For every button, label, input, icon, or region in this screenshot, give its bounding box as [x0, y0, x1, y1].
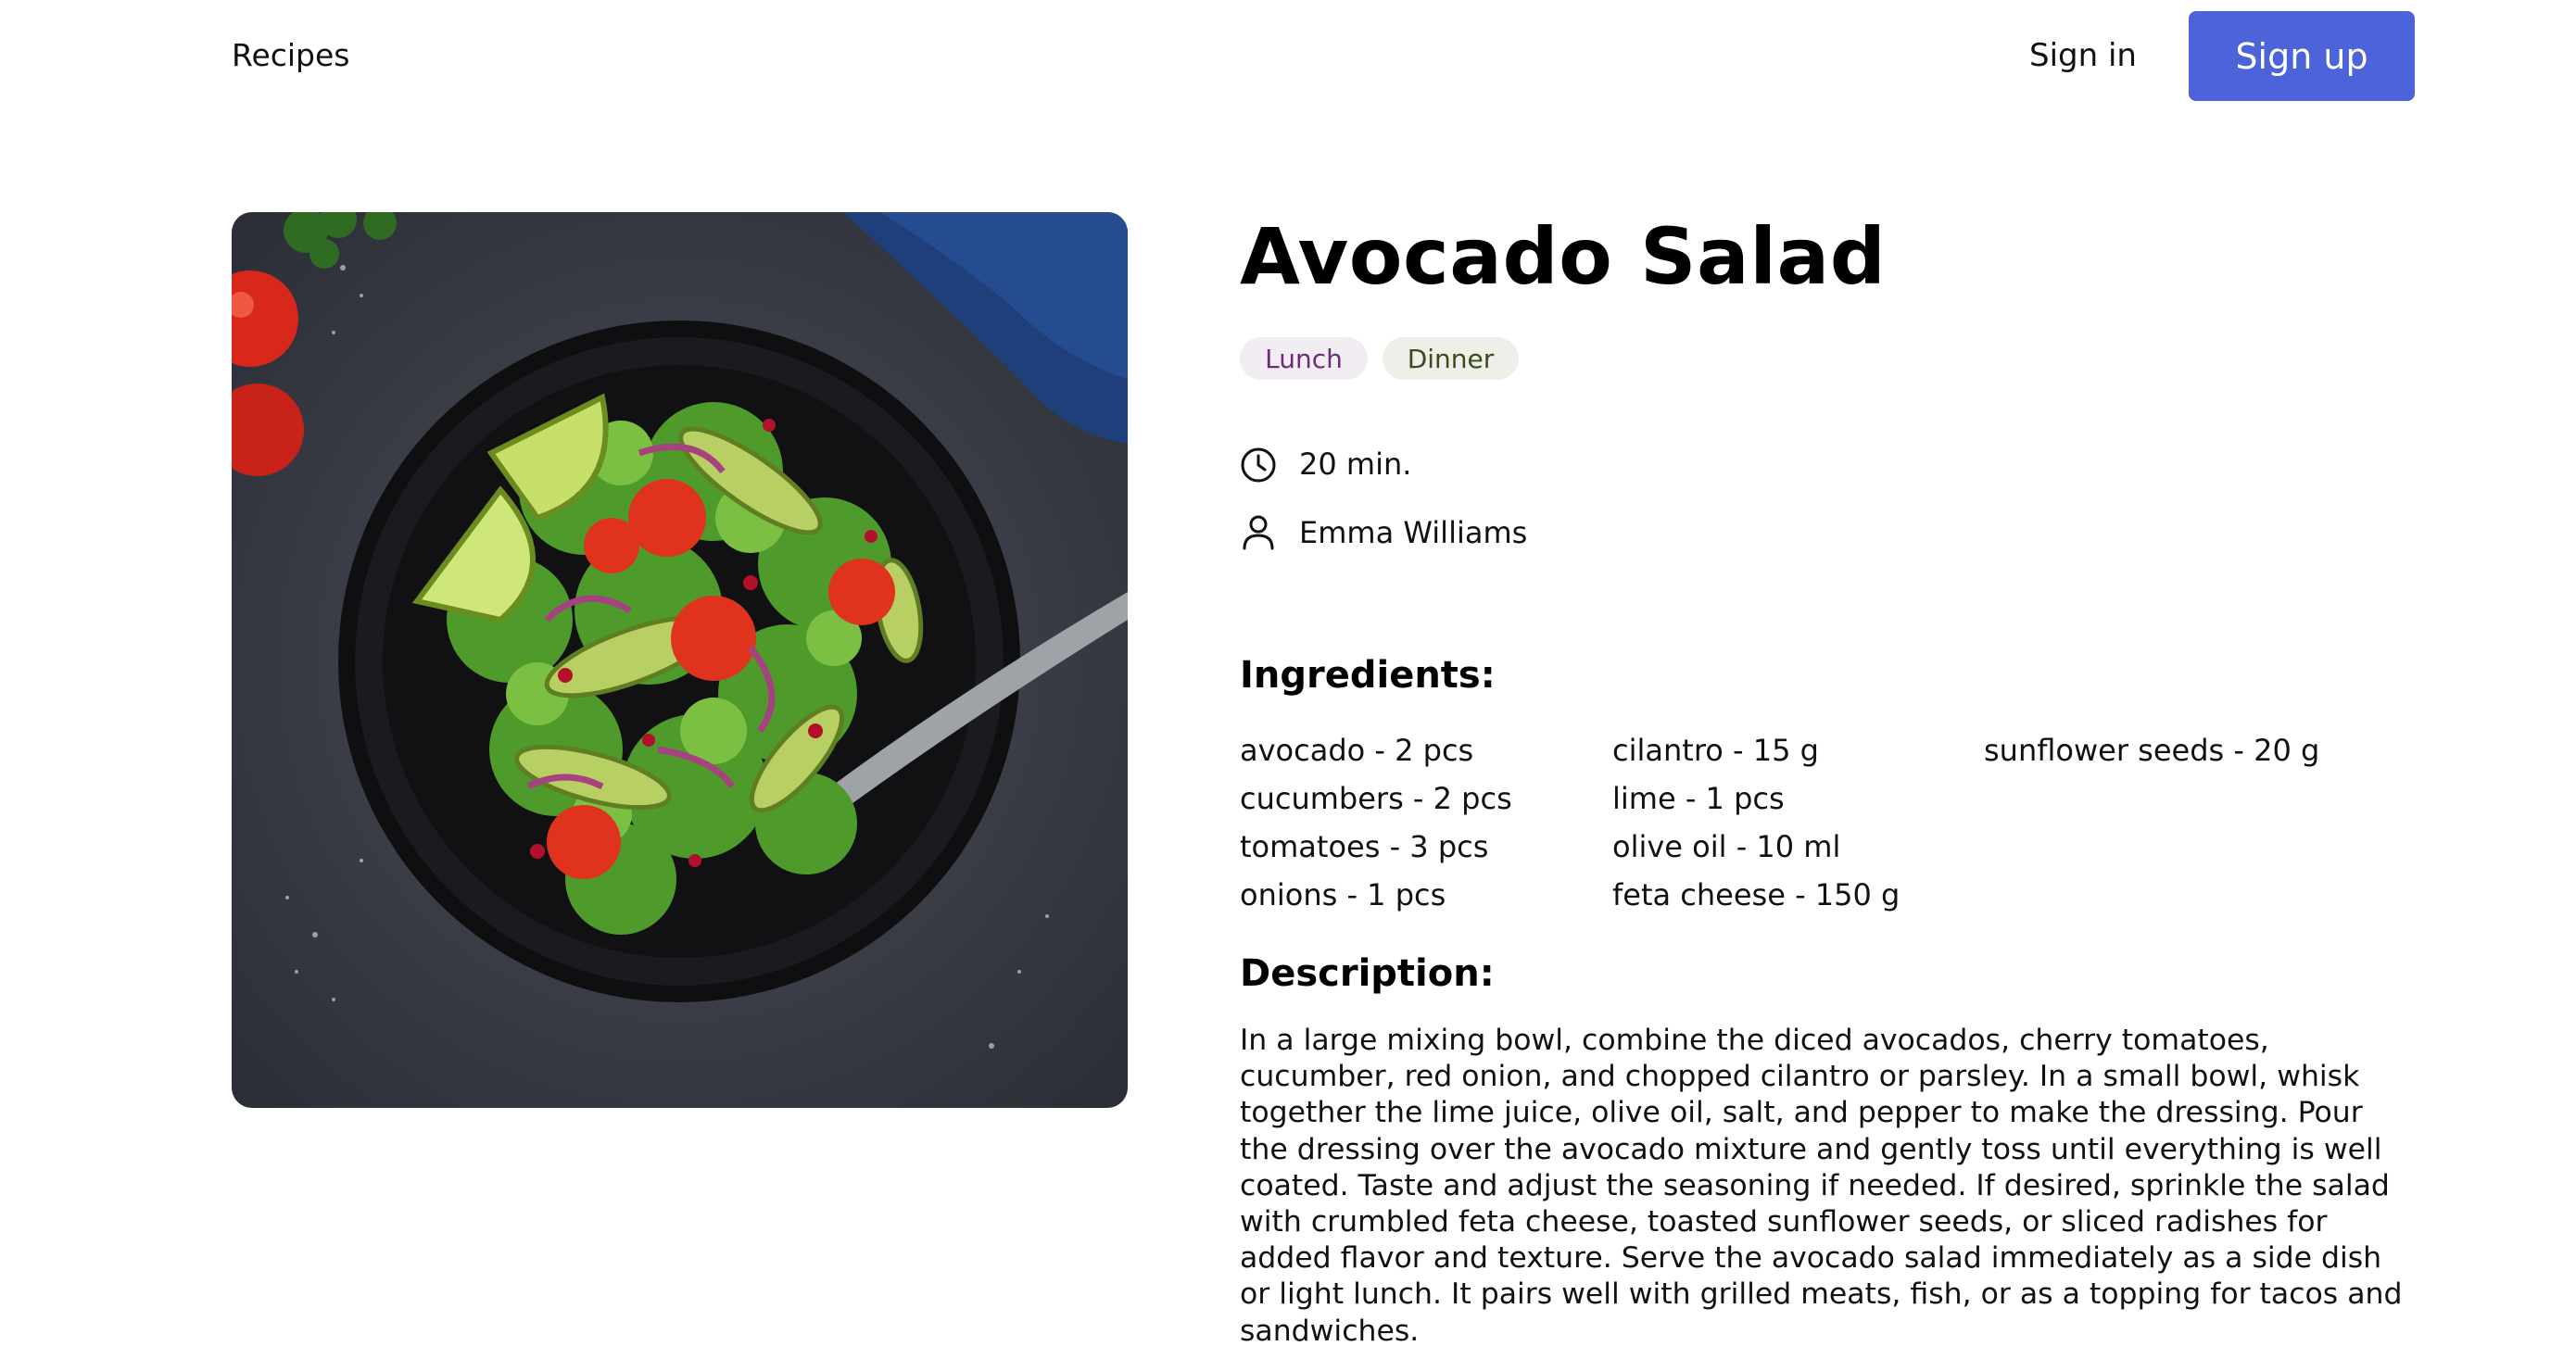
ingredient-item: tomatoes - 3 pcs: [1240, 829, 1489, 864]
author-name: Emma Williams: [1299, 515, 1528, 550]
ingredients-column-2: cilantro - 15 g lime - 1 pcs olive oil -…: [1612, 726, 1900, 919]
ingredient-item: lime - 1 pcs: [1612, 781, 1785, 816]
ingredients-column-1: avocado - 2 pcs cucumbers - 2 pcs tomato…: [1240, 726, 1512, 919]
ingredient-item: cilantro - 15 g: [1612, 733, 1819, 768]
nav-brand-recipes[interactable]: Recipes: [232, 37, 350, 73]
ingredient-item: olive oil - 10 ml: [1612, 829, 1841, 864]
cook-time: 20 min.: [1299, 447, 1412, 482]
ingredient-item: onions - 1 pcs: [1240, 877, 1446, 912]
ingredient-item: cucumbers - 2 pcs: [1240, 781, 1512, 816]
ingredients-heading: Ingredients:: [1240, 654, 1496, 697]
description-text: In a large mixing bowl, combine the dice…: [1240, 1024, 2403, 1348]
tag-lunch[interactable]: Lunch: [1240, 337, 1368, 380]
ingredient-item: avocado - 2 pcs: [1240, 733, 1474, 768]
sign-up-button[interactable]: Sign up: [2189, 11, 2415, 101]
user-icon: [1238, 511, 1279, 552]
recipe-title: Avocado Salad: [1240, 211, 1887, 302]
sign-in-link[interactable]: Sign in: [2029, 37, 2137, 74]
ingredient-item: feta cheese - 150 g: [1612, 877, 1900, 912]
ingredients-column-3: sunflower seeds - 20 g: [1984, 726, 2319, 774]
clock-icon: [1238, 445, 1279, 485]
recipe-image: [232, 212, 1128, 1108]
tag-dinner[interactable]: Dinner: [1383, 337, 1519, 380]
description-heading: Description:: [1240, 952, 1495, 995]
ingredient-item: sunflower seeds - 20 g: [1984, 733, 2320, 768]
